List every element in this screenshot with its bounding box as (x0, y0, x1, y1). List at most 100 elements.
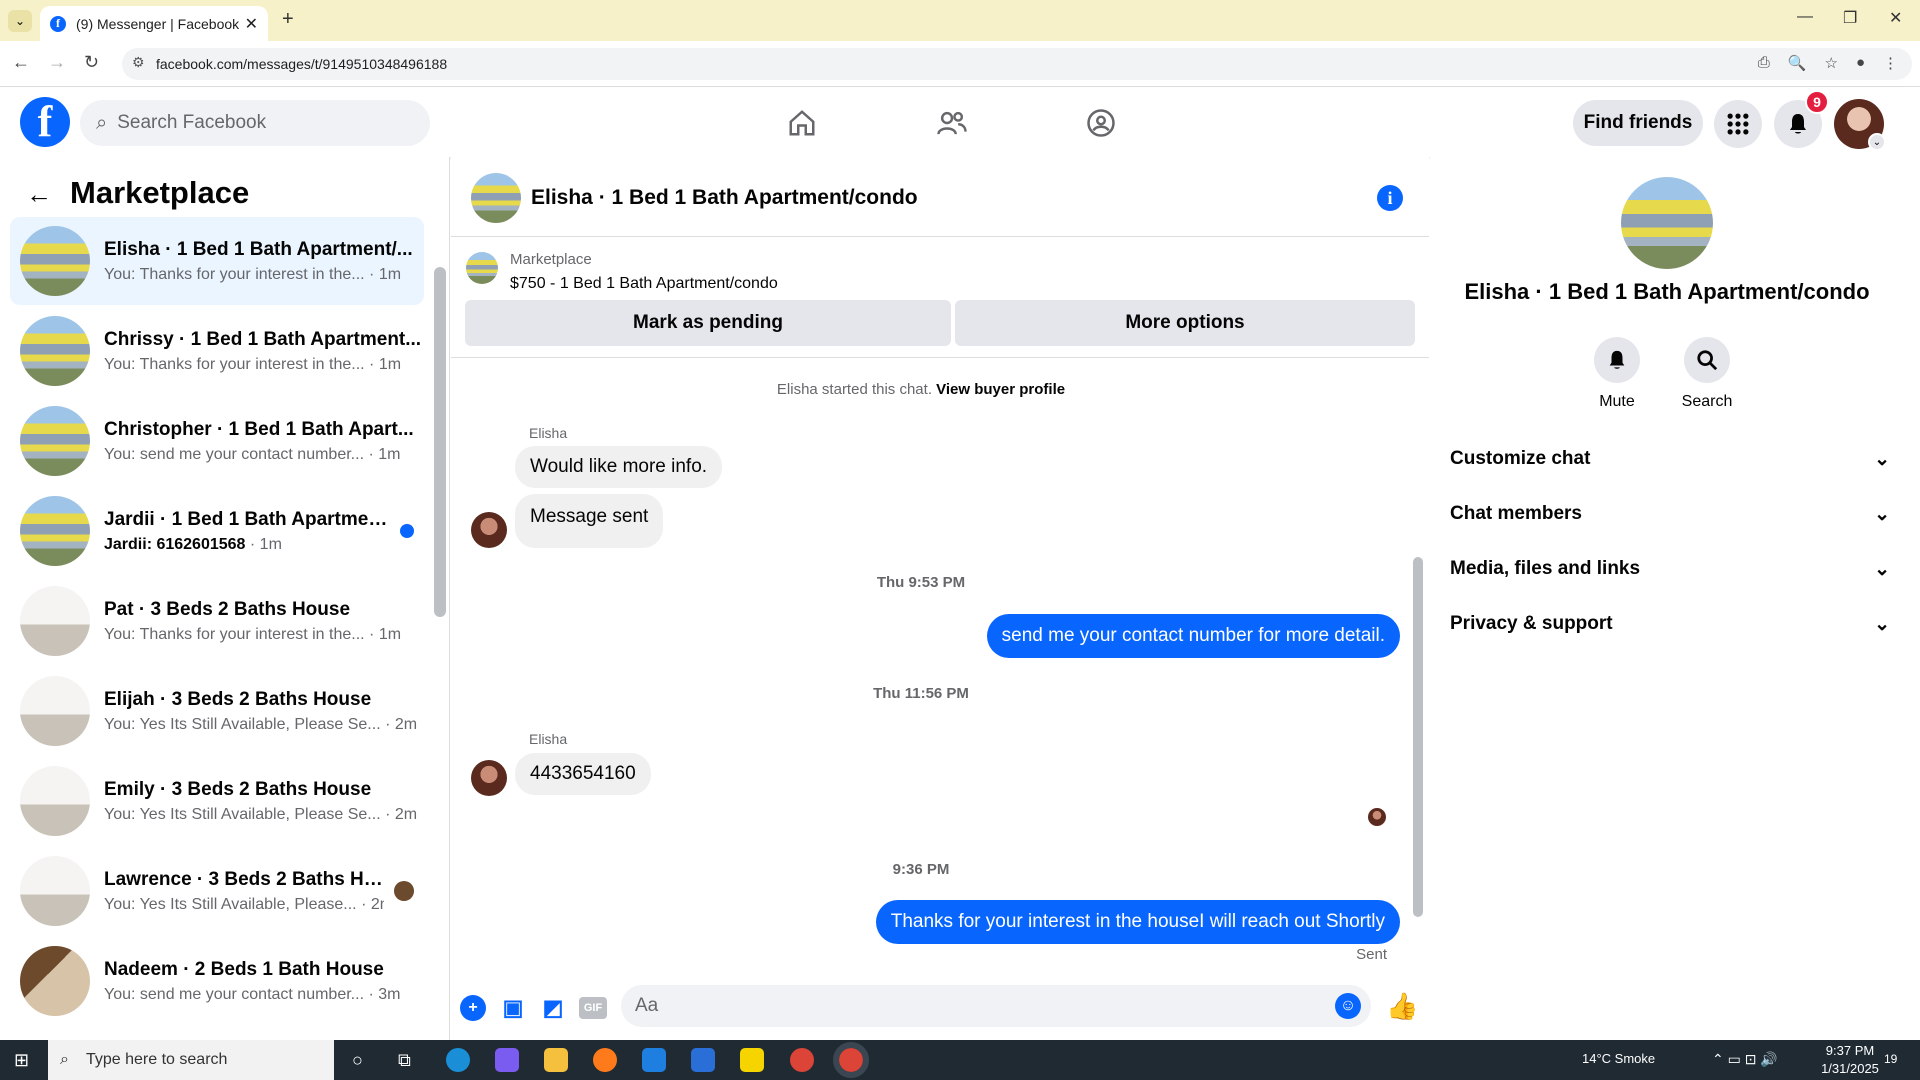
contact-avatar[interactable] (1621, 177, 1713, 269)
close-tab-icon[interactable]: ✕ (245, 14, 258, 34)
url-text: facebook.com/messages/t/9149510348496188 (156, 56, 448, 72)
menu-dots-icon[interactable]: ⋮ (1883, 54, 1898, 72)
groups-icon[interactable] (1081, 103, 1121, 143)
bookmark-star-icon[interactable]: ☆ (1824, 54, 1837, 72)
input-placeholder: Aa (635, 995, 659, 1016)
facebook-logo[interactable]: f (20, 97, 70, 147)
windows-start-icon[interactable]: ⊞ (14, 1050, 29, 1071)
info-icon[interactable]: i (1377, 185, 1403, 211)
profile-icon[interactable]: ● (1856, 54, 1865, 72)
conversation-item[interactable]: Chrissy · 1 Bed 1 Bath Apartment... You: … (10, 307, 424, 395)
facebook-header: f ⌕ Search Facebook Find friends 9 ⌄ (0, 87, 1904, 157)
mark-as-pending-button[interactable]: Mark as pending (465, 300, 951, 346)
chat-header: Elisha · 1 Bed 1 Bath Apartment/condo i (451, 157, 1429, 237)
restore-button[interactable]: ❐ (1843, 8, 1857, 28)
account-avatar[interactable]: ⌄ (1834, 99, 1886, 151)
search-button[interactable]: Search (1667, 337, 1747, 411)
file-explorer-icon[interactable] (544, 1048, 568, 1072)
clock-time[interactable]: 9:37 PM (1818, 1043, 1882, 1058)
preview-time: 3m (378, 985, 401, 1003)
edge-icon[interactable] (446, 1048, 470, 1072)
chrome-active-icon[interactable] (833, 1042, 869, 1078)
outgoing-message[interactable]: send me your contact number for more det… (986, 614, 1400, 658)
thumbs-up-icon[interactable]: 👍 (1386, 991, 1418, 1022)
home-icon[interactable] (782, 103, 822, 143)
customize-chat-item[interactable]: Customize chat ⌄ (1450, 448, 1890, 471)
sticky-notes-icon[interactable] (740, 1048, 764, 1072)
tray-icons[interactable]: ⌃ ▭ ⊡ 🔊 (1712, 1051, 1778, 1068)
conversation-name: Elisha · 1 Bed 1 Bath Apartment/... (104, 238, 413, 260)
copilot-icon[interactable] (495, 1048, 519, 1072)
message-input[interactable]: Aa ☺ (621, 985, 1371, 1027)
add-icon[interactable]: + (460, 995, 486, 1021)
taskbar-search[interactable]: ⌕ Type here to search (48, 1040, 334, 1080)
firefox-icon[interactable] (593, 1048, 617, 1072)
find-friends-button[interactable]: Find friends (1573, 100, 1703, 146)
zoom-icon[interactable]: 🔍 (1788, 54, 1807, 72)
listing-price[interactable]: $750 - 1 Bed 1 Bath Apartment/condo (510, 275, 778, 293)
conversation-item[interactable]: Lawrence · 3 Beds 2 Baths Ho... You: Yes … (10, 847, 424, 935)
store-icon[interactable] (691, 1048, 715, 1072)
sender-avatar[interactable] (471, 760, 507, 796)
emoji-icon[interactable]: ☺ (1335, 993, 1361, 1019)
scrollbar[interactable] (1413, 557, 1423, 917)
photo-icon[interactable]: ▣ (500, 995, 526, 1021)
address-bar[interactable]: ⚙ facebook.com/messages/t/91495103484961… (122, 48, 1912, 80)
page-scrollbar[interactable] (1904, 87, 1920, 1040)
conversation-item[interactable]: Elisha · 1 Bed 1 Bath Apartment/... You: … (10, 217, 424, 305)
privacy-support-item[interactable]: Privacy & support ⌄ (1450, 613, 1890, 636)
chat-members-item[interactable]: Chat members ⌄ (1450, 503, 1890, 526)
conversation-item[interactable]: Jardii · 1 Bed 1 Bath Apartment... Jardii… (10, 487, 424, 575)
media-files-links-item[interactable]: Media, files and links ⌄ (1450, 558, 1890, 581)
mail-icon[interactable] (642, 1048, 666, 1072)
incoming-message[interactable]: Would like more info. (515, 446, 723, 488)
sticker-icon[interactable]: ◩ (540, 995, 566, 1021)
mute-button[interactable]: Mute (1577, 337, 1657, 411)
scrollbar[interactable] (434, 267, 446, 617)
timestamp: Thu 11:56 PM (873, 685, 969, 702)
conversation-item[interactable]: Emily · 3 Beds 2 Baths House You: Yes Its… (10, 757, 424, 845)
incoming-message[interactable]: 4433654160 (515, 753, 651, 795)
browser-tab-active[interactable]: f (9) Messenger | Facebook ✕ (40, 6, 268, 41)
forward-arrow-icon[interactable]: → (48, 52, 66, 73)
new-tab-button[interactable]: + (282, 8, 294, 31)
back-arrow-icon[interactable]: ← (26, 179, 52, 210)
chevron-down-icon: ⌄ (1868, 133, 1886, 151)
menu-grid-icon[interactable] (1714, 100, 1762, 148)
close-window-button[interactable]: ✕ (1889, 8, 1902, 28)
clock-date[interactable]: 1/31/2025 (1814, 1061, 1886, 1076)
chrome-icon[interactable] (790, 1048, 814, 1072)
tab-search-button[interactable]: ⌄ (8, 10, 32, 32)
install-app-icon[interactable]: ⎙ (1758, 54, 1770, 72)
cortana-icon[interactable]: ○ (352, 1050, 363, 1071)
weather-widget[interactable]: 14°C Smoke (1582, 1051, 1655, 1066)
chat-avatar[interactable] (471, 173, 521, 223)
conversation-thumbnail (20, 676, 90, 746)
more-options-button[interactable]: More options (955, 300, 1415, 346)
conversation-item[interactable]: Nadeem · 2 Beds 1 Bath House You: send me… (10, 937, 424, 1025)
notification-center-icon[interactable]: 19 (1884, 1052, 1897, 1066)
back-arrow-icon[interactable]: ← (12, 52, 30, 73)
site-info-icon[interactable]: ⚙ (132, 54, 145, 71)
reload-icon[interactable]: ↻ (84, 52, 99, 73)
conversation-thumbnail (20, 766, 90, 836)
sender-avatar[interactable] (471, 512, 507, 548)
search-facebook-input[interactable]: ⌕ Search Facebook (80, 100, 430, 146)
conversation-preview: You: send me your contact number... · 1m (104, 445, 401, 463)
chat-title[interactable]: Elisha · 1 Bed 1 Bath Apartment/condo (531, 186, 918, 210)
conversation-item[interactable]: Pat · 3 Beds 2 Baths House You: Thanks fo… (10, 577, 424, 665)
task-view-icon[interactable]: ⧉ (398, 1050, 411, 1071)
mute-label: Mute (1599, 393, 1635, 410)
view-buyer-profile-link[interactable]: View buyer profile (936, 381, 1065, 398)
incoming-message[interactable]: Message sent (515, 494, 664, 548)
listing-thumbnail[interactable] (466, 252, 498, 284)
minimize-button[interactable]: — (1797, 8, 1813, 26)
conversation-item[interactable]: Christopher · 1 Bed 1 Bath Apart... You: … (10, 397, 424, 485)
outgoing-message[interactable]: Thanks for your interest in the houseI w… (875, 900, 1400, 944)
conversation-preview: Jardii: 6162601568 · 1m (104, 535, 282, 553)
friends-icon[interactable] (932, 103, 972, 143)
gif-icon[interactable]: GIF (579, 997, 607, 1019)
conversation-item[interactable]: Elijah · 3 Beds 2 Baths House You: Yes It… (10, 667, 424, 755)
notification-count-badge: 9 (1805, 90, 1829, 114)
conversation-preview: You: Thanks for your interest in the... … (104, 355, 402, 373)
